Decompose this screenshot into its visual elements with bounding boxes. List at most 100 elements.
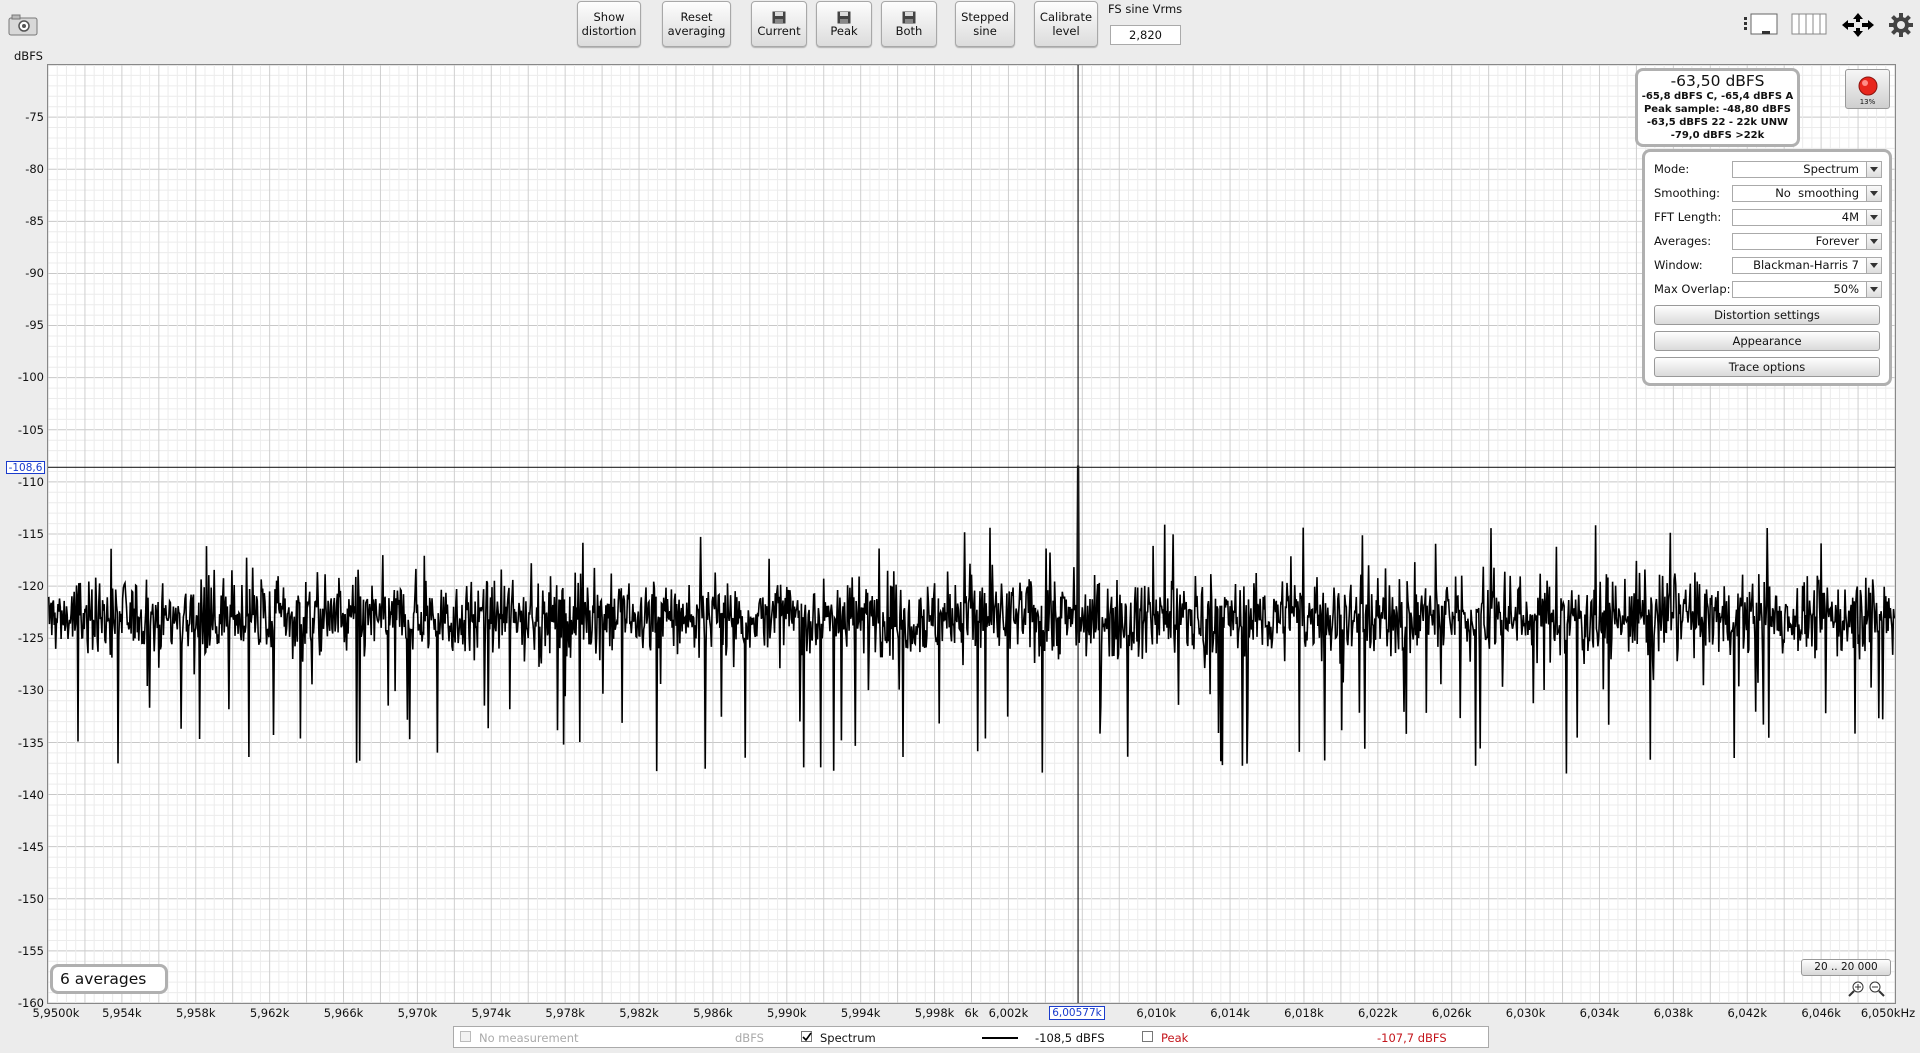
- y-tick-label: -95: [25, 318, 44, 332]
- chevron-down-icon: [1866, 282, 1881, 297]
- max-overlap-dropdown[interactable]: 50%: [1732, 281, 1882, 298]
- mode-dropdown[interactable]: Spectrum: [1732, 161, 1882, 178]
- gear-icon[interactable]: [1888, 12, 1914, 38]
- window-dropdown[interactable]: Blackman-Harris 7: [1732, 257, 1882, 274]
- save-both-button[interactable]: Both: [881, 1, 937, 47]
- reset-averaging-line1: Reset: [680, 10, 713, 24]
- spectrum-plot-area[interactable]: -63,50 dBFS -65,8 dBFS C, -65,4 dBFS A P…: [47, 64, 1896, 1004]
- y-tick-label: -75: [25, 110, 44, 124]
- floppy-disk-icon: [772, 11, 786, 23]
- stepped-sine-button[interactable]: Stepped sine: [955, 1, 1015, 47]
- appearance-button[interactable]: Appearance: [1654, 331, 1880, 351]
- fs-sine-input[interactable]: 2,820: [1110, 25, 1181, 45]
- fft-length-value: 4M: [1841, 210, 1859, 224]
- smoothing-dropdown[interactable]: No smoothing: [1732, 185, 1882, 202]
- x-tick-label: 6,018k: [1284, 1006, 1324, 1020]
- spectrum-value: -108,5 dBFS: [1035, 1031, 1105, 1045]
- cursor-y-label[interactable]: -108,6: [6, 461, 45, 474]
- level-line4: -79,0 dBFS >22k: [1670, 130, 1765, 141]
- fft-length-dropdown[interactable]: 4M: [1732, 209, 1882, 226]
- x-tick-label: 5,974k: [471, 1006, 512, 1020]
- record-button[interactable]: 13%: [1845, 69, 1890, 109]
- y-tick-label: -150: [17, 892, 44, 906]
- spectrum-checkbox[interactable]: [801, 1031, 812, 1042]
- y-tick-label: -130: [17, 683, 44, 697]
- x-tick-label: 5,998k: [914, 1006, 955, 1020]
- averages-badge: 6 averages: [50, 964, 168, 994]
- x-tick-label: 6,042k: [1727, 1006, 1768, 1020]
- y-tick-label: -105: [17, 423, 44, 437]
- y-tick-label: -115: [17, 527, 44, 541]
- smoothing-label: Smoothing:: [1654, 186, 1721, 200]
- peak-label: Peak: [1161, 1031, 1189, 1045]
- y-tick-label: -145: [17, 840, 44, 854]
- stepped-sine-line2: sine: [973, 24, 997, 38]
- x-tick-label: 6,026k: [1431, 1006, 1472, 1020]
- level-line2: Peak sample: -48,80 dBFS: [1643, 104, 1792, 115]
- camera-icon[interactable]: [8, 14, 38, 36]
- floppy-disk-icon: [837, 11, 851, 23]
- zoom-in-icon[interactable]: [1847, 980, 1865, 998]
- y-tick-label: -110: [17, 475, 44, 489]
- level-main: -63,50 dBFS: [1670, 72, 1765, 90]
- layout-columns-icon[interactable]: [1790, 12, 1828, 36]
- show-distortion-line1: Show: [593, 10, 625, 24]
- fit-arrows-icon[interactable]: [1840, 12, 1876, 38]
- max-overlap-label: Max Overlap:: [1654, 282, 1731, 296]
- y-tick-label: -80: [25, 162, 44, 176]
- x-tick-label: 6,030k: [1505, 1006, 1546, 1020]
- frequency-range-button[interactable]: 20 .. 20 000: [1801, 959, 1891, 976]
- x-tick-label: 6,038k: [1653, 1006, 1694, 1020]
- cursor-x-label[interactable]: 6,00577k: [1049, 1006, 1105, 1020]
- calibrate-level-button[interactable]: Calibrate level: [1034, 1, 1098, 47]
- averages-value: Forever: [1815, 234, 1859, 248]
- mode-value: Spectrum: [1803, 162, 1859, 176]
- x-tick-label: 5,982k: [619, 1006, 659, 1020]
- window-value: Blackman-Harris 7: [1753, 258, 1859, 272]
- y-tick-label: -135: [17, 736, 44, 750]
- y-tick-label: -155: [17, 944, 44, 958]
- zoom-out-icon[interactable]: [1868, 980, 1886, 998]
- no-measurement-unit: dBFS: [735, 1031, 764, 1045]
- save-current-label: Current: [757, 23, 801, 38]
- calibrate-level-line2: level: [1052, 24, 1080, 38]
- mode-label: Mode:: [1654, 162, 1690, 176]
- chevron-down-icon: [1866, 234, 1881, 249]
- level-readout-box: -63,50 dBFS -65,8 dBFS C, -65,4 dBFS A P…: [1635, 68, 1800, 147]
- chevron-down-icon: [1866, 186, 1881, 201]
- averages-dropdown[interactable]: Forever: [1732, 233, 1882, 250]
- spectrum-label: Spectrum: [820, 1031, 876, 1045]
- x-tick-label: 5,966k: [323, 1006, 364, 1020]
- chevron-down-icon: [1866, 162, 1881, 177]
- save-both-label: Both: [895, 23, 923, 38]
- distortion-settings-button[interactable]: Distortion settings: [1654, 305, 1880, 325]
- record-icon: [1858, 76, 1878, 96]
- y-tick-label: -85: [25, 214, 44, 228]
- spectrum-plot-svg: [48, 65, 1895, 1003]
- x-tick-label: 6,022k: [1358, 1006, 1398, 1020]
- level-line3: -63,5 dBFS 22 - 22k UNW: [1646, 117, 1789, 128]
- fs-sine-label: FS sine Vrms: [1108, 2, 1183, 16]
- x-tick-label: 5,9500k: [32, 1006, 80, 1020]
- no-measurement-checkbox[interactable]: [460, 1031, 471, 1042]
- y-tick-label: -120: [17, 579, 44, 593]
- x-tick-label: 5,970k: [397, 1006, 438, 1020]
- smoothing-value: No smoothing: [1775, 186, 1859, 200]
- y-tick-label: -125: [17, 631, 44, 645]
- y-tick-label: -90: [25, 266, 44, 280]
- save-peak-label: Peak: [830, 23, 858, 38]
- calibrate-level-line1: Calibrate: [1039, 10, 1093, 24]
- max-overlap-value: 50%: [1833, 282, 1859, 296]
- trace-options-button[interactable]: Trace options: [1654, 357, 1880, 377]
- x-tick-label: 5,958k: [175, 1006, 216, 1020]
- save-peak-button[interactable]: Peak: [816, 1, 872, 47]
- peak-checkbox[interactable]: [1142, 1031, 1153, 1042]
- x-tick-label: 6,046k: [1801, 1006, 1841, 1020]
- averages-label: Averages:: [1654, 234, 1712, 248]
- layout-single-icon[interactable]: [1742, 12, 1780, 36]
- save-current-button[interactable]: Current: [751, 1, 807, 47]
- show-distortion-button[interactable]: Show distortion: [577, 1, 641, 47]
- spectrum-line-swatch: [982, 1037, 1018, 1039]
- reset-averaging-button[interactable]: Reset averaging: [662, 1, 731, 47]
- x-tick-label: 5,990k: [767, 1006, 807, 1020]
